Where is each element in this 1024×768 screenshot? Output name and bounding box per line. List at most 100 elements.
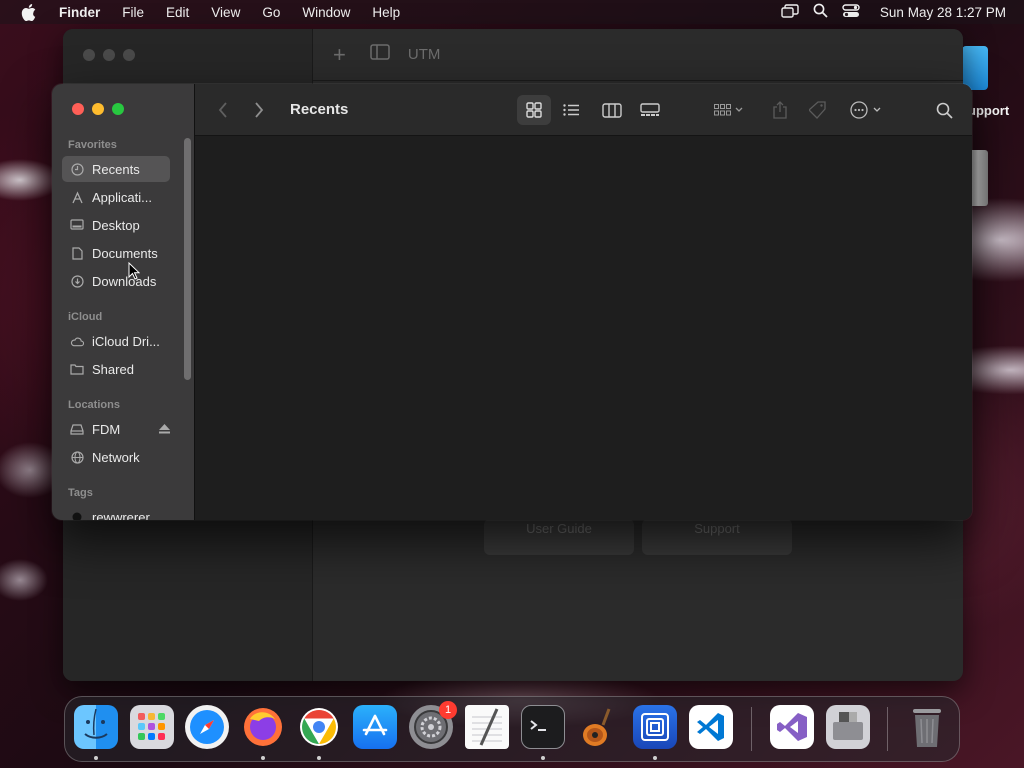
back-chevron-icon[interactable] [208, 95, 238, 125]
tag-icon [809, 101, 826, 119]
utm-zoom-button[interactable] [123, 49, 135, 61]
grid-icon [526, 102, 542, 118]
finder-toolbar: Recents [195, 84, 972, 136]
applications-icon [70, 190, 84, 204]
columns-icon [602, 102, 622, 118]
menu-go[interactable]: Go [251, 5, 291, 20]
control-center-icon[interactable] [842, 3, 860, 21]
sidebar-item-shared[interactable]: Shared [62, 356, 170, 382]
share-button[interactable] [765, 95, 795, 125]
sidebar-item-downloads[interactable]: Downloads [62, 268, 170, 294]
sidebar-item-applications[interactable]: Applicati... [62, 184, 170, 210]
menu-help[interactable]: Help [361, 5, 411, 20]
search-button[interactable] [929, 95, 959, 125]
desktop-icon [70, 218, 84, 232]
zoom-button[interactable] [112, 103, 124, 115]
finder-dock-icon[interactable] [74, 705, 118, 749]
firefox-dock-icon[interactable] [241, 705, 285, 749]
group-by-button[interactable] [709, 95, 749, 125]
running-indicator [653, 756, 657, 760]
utm-close-button[interactable] [83, 49, 95, 61]
sidebar-item-recents[interactable]: Recents [62, 156, 170, 182]
menubar-clock[interactable]: Sun May 28 1:27 PM [880, 5, 1006, 20]
close-button[interactable] [72, 103, 84, 115]
visual-studio-dock-icon[interactable] [770, 705, 814, 749]
trash-dock-icon[interactable] [905, 705, 949, 749]
eject-icon[interactable] [159, 422, 170, 437]
finder-sidebar: Favorites Recents Applicati... Desktop D… [52, 84, 195, 520]
shared-folder-icon [70, 362, 84, 376]
tag-dot-icon [70, 510, 84, 520]
safari-dock-icon[interactable] [185, 705, 229, 749]
sidebar-item-label: Network [92, 449, 140, 465]
utm-titlebar: + UTM [313, 29, 963, 81]
dock: 1 [64, 696, 960, 762]
forward-chevron-icon[interactable] [244, 95, 274, 125]
finder-window: Favorites Recents Applicati... Desktop D… [52, 84, 972, 520]
utm-minimize-button[interactable] [103, 49, 115, 61]
column-view-button[interactable] [595, 95, 629, 125]
sidebar-item-label: Downloads [92, 273, 157, 289]
sidebar-item-fdm[interactable]: FDM [62, 416, 178, 442]
more-actions-button[interactable] [845, 95, 889, 125]
vscode-dock-icon[interactable] [689, 705, 733, 749]
app-store-dock-icon[interactable] [353, 705, 397, 749]
system-preferences-dock-icon[interactable]: 1 [409, 701, 457, 749]
tags-header: Tags [68, 487, 93, 499]
menu-view[interactable]: View [200, 5, 251, 20]
dock-separator [751, 707, 752, 751]
group-grid-icon [714, 104, 743, 116]
gallery-icon [640, 103, 660, 116]
ellipsis-circle-icon [850, 101, 881, 119]
textedit-dock-icon[interactable] [465, 705, 509, 749]
sidebar-item-icloud-drive[interactable]: iCloud Dri... [62, 328, 170, 354]
sidebar-item-documents[interactable]: Documents [62, 240, 170, 266]
sidebar-toggle-icon[interactable] [370, 44, 390, 65]
menu-finder[interactable]: Finder [48, 5, 111, 20]
apple-menu-icon[interactable] [8, 3, 48, 21]
menu-edit[interactable]: Edit [155, 5, 200, 20]
sidebar-item-network[interactable]: Network [62, 444, 170, 470]
window-controls [72, 103, 124, 115]
search-icon [936, 102, 953, 119]
desktop-item-label[interactable]: upport [968, 103, 1009, 118]
sidebar-item-label: rewwrerer [92, 509, 150, 521]
list-icon [563, 104, 579, 116]
icloud-header: iCloud [68, 311, 103, 323]
mouse-cursor-icon [128, 261, 141, 285]
icon-view-button[interactable] [517, 95, 551, 125]
sidebar-item-label: Shared [92, 361, 134, 377]
garageband-dock-icon[interactable] [577, 705, 621, 749]
finder-content-area[interactable] [195, 136, 972, 520]
tags-button[interactable] [803, 95, 833, 125]
globe-icon [70, 450, 84, 464]
notification-badge: 1 [439, 701, 457, 719]
window-title: Recents [290, 101, 349, 118]
sidebar-item-label: FDM [92, 421, 121, 437]
launchpad-dock-icon[interactable] [130, 705, 174, 749]
menu-window[interactable]: Window [291, 5, 361, 20]
gallery-view-button[interactable] [633, 95, 667, 125]
minimize-button[interactable] [92, 103, 104, 115]
boot-camp-dock-icon[interactable] [826, 705, 870, 749]
sidebar-scrollbar[interactable] [184, 138, 191, 380]
running-indicator [94, 756, 98, 760]
utm-window-controls [83, 49, 135, 61]
utm-dock-icon[interactable] [633, 705, 677, 749]
list-view-button[interactable] [556, 95, 586, 125]
sidebar-item-tag[interactable]: rewwrerer [62, 504, 170, 520]
user-guide-button[interactable]: User Guide [484, 519, 634, 555]
support-button[interactable]: Support [642, 519, 792, 555]
terminal-dock-icon[interactable] [521, 705, 565, 749]
chrome-dock-icon[interactable] [297, 705, 341, 749]
download-icon [70, 274, 84, 288]
plus-icon[interactable]: + [333, 42, 346, 68]
menu-file[interactable]: File [111, 5, 155, 20]
dock-separator [887, 707, 888, 751]
sidebar-item-desktop[interactable]: Desktop [62, 212, 170, 238]
running-indicator [261, 756, 265, 760]
running-indicator [541, 756, 545, 760]
screen-mirroring-icon[interactable] [781, 3, 799, 21]
spotlight-search-icon[interactable] [813, 3, 828, 21]
menu-bar: Finder File Edit View Go Window Help Sun… [0, 0, 1024, 24]
